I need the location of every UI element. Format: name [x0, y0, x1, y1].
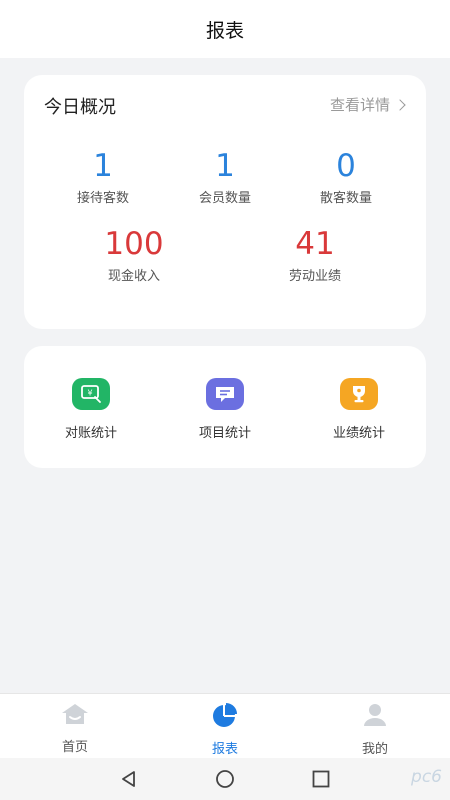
stat-reception-count[interactable]: 1 接待客数	[48, 149, 158, 206]
back-icon[interactable]	[119, 769, 139, 789]
today-overview-card: 今日概况 查看详情 1 接待客数 1 会员数量 0 散客数量 100 现金收入 …	[24, 75, 426, 329]
stat-value: 41	[295, 226, 335, 262]
stat-walkin-count[interactable]: 0 散客数量	[291, 149, 401, 206]
overview-title: 今日概况	[44, 97, 116, 118]
tab-reports[interactable]: 报表	[185, 702, 265, 757]
recents-icon[interactable]	[311, 769, 331, 789]
svg-text:¥: ¥	[87, 389, 92, 398]
view-details-link[interactable]: 查看详情	[329, 94, 406, 115]
page-title: 报表	[205, 19, 244, 42]
stat-member-count[interactable]: 1 会员数量	[170, 149, 280, 206]
shortcut-performance-stats[interactable]: 业绩统计	[304, 378, 414, 441]
stat-label: 接待客数	[76, 191, 129, 206]
home-icon	[62, 704, 88, 724]
stat-labor-performance[interactable]: 41 劳动业绩	[260, 227, 370, 284]
bottom-tab-bar: 首页 报表 我的	[0, 693, 450, 758]
tab-home[interactable]: 首页	[35, 702, 115, 755]
tab-label: 报表	[211, 742, 238, 757]
watermark: pc6	[411, 767, 442, 787]
system-navigation-bar: pc6	[0, 758, 450, 800]
project-message-icon	[206, 378, 244, 410]
home-circle-icon[interactable]	[215, 769, 235, 789]
statistics-shortcuts-card: ¥ 对账统计 项目统计 业绩统计	[24, 346, 426, 468]
stat-value: 1	[93, 148, 113, 184]
app-header: 报表	[0, 0, 450, 58]
stat-label: 会员数量	[198, 191, 251, 206]
pie-chart-icon	[213, 703, 237, 727]
shortcut-label: 项目统计	[198, 426, 251, 441]
shortcut-reconcile-stats[interactable]: ¥ 对账统计	[36, 378, 146, 441]
tab-label: 首页	[61, 740, 88, 755]
shortcut-label: 对账统计	[64, 426, 117, 441]
stat-cash-income[interactable]: 100 现金收入	[79, 227, 189, 284]
stat-label: 现金收入	[107, 269, 160, 284]
shortcut-label: 业绩统计	[332, 426, 385, 441]
tab-label: 我的	[361, 742, 388, 757]
stat-value: 100	[104, 226, 164, 262]
reconcile-icon: ¥	[72, 378, 110, 410]
stat-value: 1	[215, 148, 235, 184]
stat-label: 散客数量	[319, 191, 372, 206]
stat-label: 劳动业绩	[288, 269, 341, 284]
user-icon	[364, 704, 386, 726]
shortcut-project-stats[interactable]: 项目统计	[170, 378, 280, 441]
trophy-icon	[340, 378, 378, 410]
view-details-label: 查看详情	[329, 96, 390, 114]
stat-value: 0	[336, 148, 356, 184]
tab-mine[interactable]: 我的	[335, 702, 415, 757]
chevron-right-icon	[394, 98, 406, 111]
